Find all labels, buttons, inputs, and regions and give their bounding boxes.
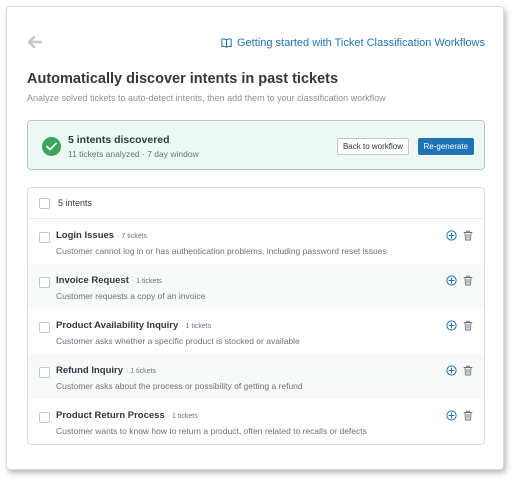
delete-intent-button[interactable] bbox=[463, 365, 473, 376]
regenerate-button[interactable]: Re-generate bbox=[417, 138, 474, 155]
arrow-left-icon bbox=[28, 36, 42, 48]
intent-name: Product Availability Inquiry bbox=[56, 320, 179, 331]
intent-ticket-count: · 1 tickets bbox=[167, 413, 198, 420]
result-subtitle: 11 tickets analyzed · 7 day window bbox=[68, 149, 199, 159]
discovery-result-banner: 5 intents discovered 11 tickets analyzed… bbox=[27, 120, 485, 170]
select-all-checkbox[interactable] bbox=[39, 197, 50, 209]
intent-name: Product Return Process bbox=[56, 410, 165, 421]
intent-list-header: 5 intents bbox=[28, 188, 484, 219]
intent-discovery-card: Getting started with Ticket Classificati… bbox=[6, 6, 504, 470]
trash-icon bbox=[463, 230, 473, 241]
intent-row: Refund Inquiry · 1 tickets Customer asks … bbox=[28, 354, 484, 399]
plus-circle-icon bbox=[446, 320, 457, 331]
back-arrow-button[interactable] bbox=[26, 34, 44, 50]
intent-row: Product Availability Inquiry · 1 tickets … bbox=[28, 309, 484, 354]
intent-row: Product Return Process · 1 tickets Custom… bbox=[28, 399, 484, 444]
intent-count-label: 5 intents bbox=[58, 198, 93, 208]
add-intent-button[interactable] bbox=[446, 365, 457, 376]
intent-ticket-count: · 1 tickets bbox=[181, 323, 212, 330]
add-intent-button[interactable] bbox=[446, 410, 457, 421]
plus-circle-icon bbox=[446, 275, 457, 286]
intent-row: Invoice Request · 1 tickets Customer requ… bbox=[28, 264, 484, 309]
plus-circle-icon bbox=[446, 230, 457, 241]
add-intent-button[interactable] bbox=[446, 320, 457, 331]
intent-ticket-count: · 1 tickets bbox=[126, 368, 156, 375]
intent-name: Refund Inquiry bbox=[56, 365, 124, 376]
trash-icon bbox=[463, 410, 473, 421]
intent-name: Login Issues bbox=[56, 230, 115, 241]
intent-description: Customer requests a copy of an invoice bbox=[56, 291, 206, 301]
page-subtitle: Analyze solved tickets to auto-detect in… bbox=[27, 93, 386, 103]
delete-intent-button[interactable] bbox=[463, 410, 473, 421]
check-circle-icon bbox=[42, 137, 61, 156]
delete-intent-button[interactable] bbox=[463, 230, 473, 241]
help-link-text[interactable]: Getting started with Ticket Classificati… bbox=[237, 37, 485, 49]
intent-description: Customer cannot log in or has authentica… bbox=[56, 246, 387, 256]
intent-list: 5 intents Login Issues · 7 tickets Custom… bbox=[27, 187, 485, 445]
intent-description: Customer wants to know how to return a p… bbox=[56, 426, 367, 436]
help-link[interactable]: Getting started with Ticket Classificati… bbox=[221, 37, 485, 49]
add-intent-button[interactable] bbox=[446, 230, 457, 241]
book-icon bbox=[221, 38, 232, 48]
intent-ticket-count: · 7 tickets bbox=[117, 233, 148, 240]
page-title: Automatically discover intents in past t… bbox=[27, 71, 339, 87]
intent-row: Login Issues · 7 tickets Customer cannot … bbox=[28, 219, 484, 264]
intent-checkbox[interactable] bbox=[39, 367, 50, 378]
intent-description: Customer asks about the process or possi… bbox=[56, 381, 303, 391]
intent-name: Invoice Request bbox=[56, 275, 129, 286]
plus-circle-icon bbox=[446, 365, 457, 376]
plus-circle-icon bbox=[446, 410, 457, 421]
result-title: 5 intents discovered bbox=[68, 134, 170, 146]
intent-checkbox[interactable] bbox=[39, 412, 50, 423]
trash-icon bbox=[463, 320, 473, 331]
intent-checkbox[interactable] bbox=[39, 232, 50, 243]
add-intent-button[interactable] bbox=[446, 275, 457, 286]
trash-icon bbox=[463, 365, 473, 376]
delete-intent-button[interactable] bbox=[463, 320, 473, 331]
back-to-workflow-button[interactable]: Back to workflow bbox=[336, 138, 409, 155]
intent-ticket-count: · 1 tickets bbox=[131, 278, 162, 285]
trash-icon bbox=[463, 275, 473, 286]
intent-checkbox[interactable] bbox=[39, 277, 50, 288]
intent-checkbox[interactable] bbox=[39, 322, 50, 333]
intent-description: Customer asks whether a specific product… bbox=[56, 336, 300, 346]
delete-intent-button[interactable] bbox=[463, 275, 473, 286]
